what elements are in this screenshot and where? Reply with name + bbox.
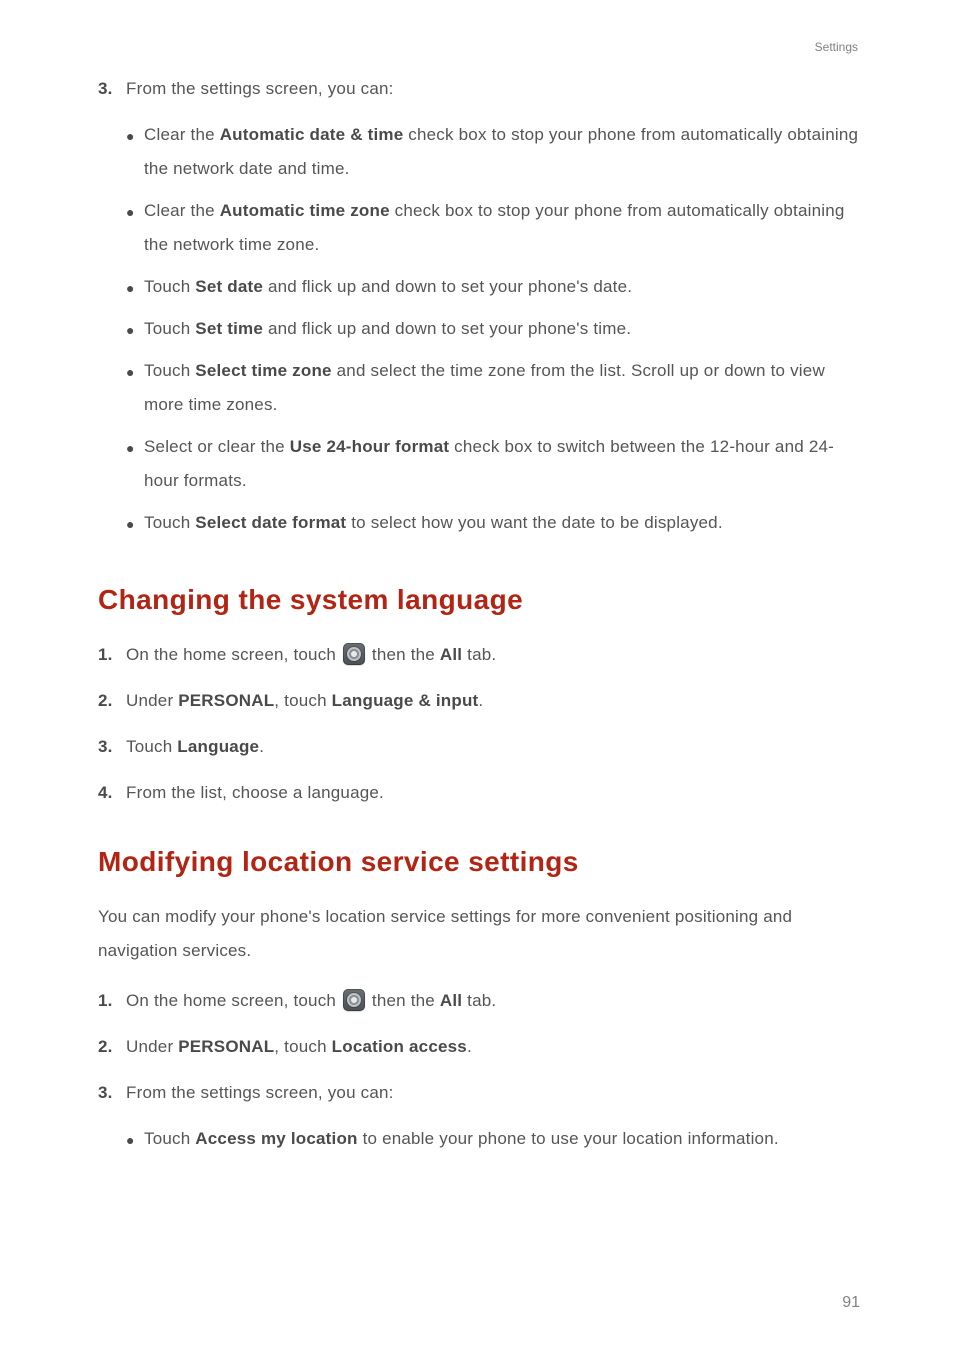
- step-number: 1.: [98, 984, 126, 1018]
- bullet-item: ● Touch Select date format to select how…: [126, 506, 864, 540]
- heading-modifying-location: Modifying location service settings: [98, 846, 864, 878]
- document-page: Settings 3. From the settings screen, yo…: [0, 0, 954, 1352]
- page-number: 91: [842, 1294, 860, 1312]
- step-number: 3.: [98, 1076, 126, 1164]
- bullet-item: ● Select or clear the Use 24-hour format…: [126, 430, 864, 498]
- bullet-dot-icon: ●: [126, 312, 144, 346]
- bullet-dot-icon: ●: [126, 1122, 144, 1156]
- loc-step-1: 1. On the home screen, touch then the Al…: [98, 984, 864, 1018]
- bullet-dot-icon: ●: [126, 430, 144, 498]
- settings-gear-icon: [343, 643, 365, 665]
- bullet-dot-icon: ●: [126, 270, 144, 304]
- heading-changing-language: Changing the system language: [98, 584, 864, 616]
- header-section-label: Settings: [98, 40, 864, 54]
- step-number: 3.: [98, 730, 126, 764]
- step-lead-text: From the settings screen, you can:: [126, 79, 394, 98]
- loc-step-3-bullets: ● Touch Access my location to enable you…: [126, 1122, 864, 1156]
- bullet-item: ● Touch Select time zone and select the …: [126, 354, 864, 422]
- lang-step-3: 3. Touch Language.: [98, 730, 864, 764]
- bullet-item: ● Touch Set time and flick up and down t…: [126, 312, 864, 346]
- bullet-dot-icon: ●: [126, 194, 144, 262]
- lang-step-1: 1. On the home screen, touch then the Al…: [98, 638, 864, 672]
- step-number: 1.: [98, 638, 126, 672]
- bullet-dot-icon: ●: [126, 506, 144, 540]
- bullet-item: ● Touch Set date and flick up and down t…: [126, 270, 864, 304]
- bullet-dot-icon: ●: [126, 354, 144, 422]
- step-3-bullets: ● Clear the Automatic date & time check …: [126, 118, 864, 540]
- bullet-dot-icon: ●: [126, 118, 144, 186]
- step-number: 2.: [98, 684, 126, 718]
- settings-gear-icon: [343, 989, 365, 1011]
- step-lead-text: From the settings screen, you can:: [126, 1083, 394, 1102]
- step-3: 3. From the settings screen, you can: ● …: [98, 72, 864, 548]
- location-intro-paragraph: You can modify your phone's location ser…: [98, 900, 864, 968]
- step-number: 3.: [98, 72, 126, 548]
- lang-step-4: 4. From the list, choose a language.: [98, 776, 864, 810]
- loc-step-3: 3. From the settings screen, you can: ● …: [98, 1076, 864, 1164]
- bullet-item: ● Clear the Automatic date & time check …: [126, 118, 864, 186]
- step-number: 2.: [98, 1030, 126, 1064]
- loc-step-2: 2. Under PERSONAL, touch Location access…: [98, 1030, 864, 1064]
- lang-step-2: 2. Under PERSONAL, touch Language & inpu…: [98, 684, 864, 718]
- bullet-item: ● Clear the Automatic time zone check bo…: [126, 194, 864, 262]
- bullet-item: ● Touch Access my location to enable you…: [126, 1122, 864, 1156]
- step-number: 4.: [98, 776, 126, 810]
